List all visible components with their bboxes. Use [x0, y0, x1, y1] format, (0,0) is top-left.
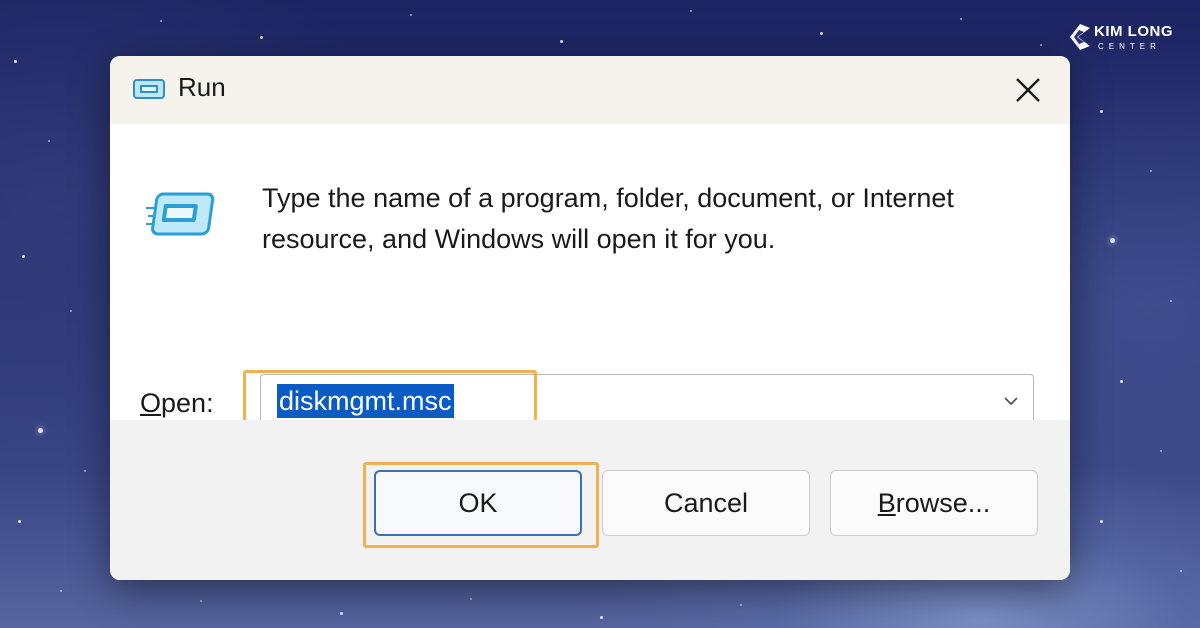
dialog-body: Type the name of a program, folder, docu… — [110, 124, 1070, 428]
cancel-button[interactable]: Cancel — [602, 470, 810, 536]
title-bar[interactable]: Run — [110, 56, 1070, 124]
dialog-description: Type the name of a program, folder, docu… — [262, 183, 954, 254]
logo-mark-icon — [1070, 24, 1090, 50]
close-button[interactable] — [1002, 64, 1054, 116]
browse-label-rest: rowse... — [895, 487, 991, 518]
dialog-footer: OK Cancel Browse... — [110, 420, 1070, 580]
ok-button[interactable]: OK — [374, 470, 582, 536]
run-program-icon — [146, 192, 215, 236]
open-label: Open: — [140, 388, 214, 419]
logo-text-primary: KIM LONG — [1094, 23, 1173, 40]
chevron-down-icon[interactable] — [999, 389, 1023, 413]
logo-text-secondary: CENTER — [1098, 42, 1161, 51]
browse-button[interactable]: Browse... — [830, 470, 1038, 536]
browse-accesskey: B — [877, 487, 896, 518]
open-label-rest: pen: — [161, 388, 214, 418]
dialog-title: Run — [178, 72, 226, 102]
run-dialog: Run Type the name of a program, folder, … — [110, 56, 1070, 580]
open-label-accesskey: O — [140, 388, 162, 418]
kim-long-center-logo: KIM LONG CENTER — [1068, 18, 1184, 58]
run-icon — [133, 79, 165, 99]
open-input-value[interactable]: diskmgmt.msc — [277, 384, 454, 418]
close-icon — [1016, 78, 1040, 102]
